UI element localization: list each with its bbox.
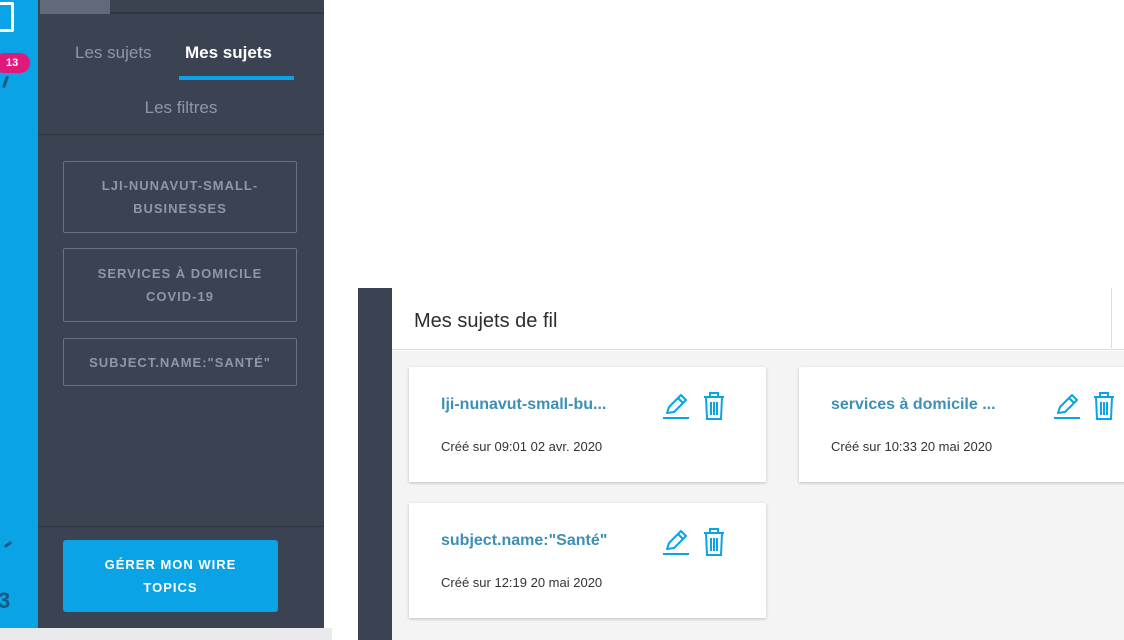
pencil-icon[interactable]: [661, 527, 691, 557]
settings-icon[interactable]: 3: [0, 588, 10, 614]
topic-card-date: Créé sur 12:19 20 mai 2020: [441, 575, 603, 590]
tab-filters[interactable]: Les filtres: [38, 97, 324, 119]
active-tab-indicator: [179, 76, 294, 80]
panel-bottom-divider: [38, 526, 324, 527]
topic-card: lji-nunavut-small-bu... Créé sur 09:01 0…: [409, 367, 766, 482]
panel-footer: [0, 628, 332, 640]
tab-my-subjects[interactable]: Mes sujets: [185, 42, 272, 64]
manage-wire-topics-button[interactable]: GÉRER MON WIRE TOPICS: [63, 540, 278, 612]
page-title: Mes sujets de fil: [414, 310, 558, 332]
trash-icon[interactable]: [702, 527, 726, 557]
trash-icon[interactable]: [702, 391, 726, 421]
trash-icon[interactable]: [1092, 391, 1116, 421]
topic-card-date: Créé sur 09:01 02 avr. 2020: [441, 439, 603, 454]
topic-filter-button[interactable]: LJI-NUNAVUT-SMALL-BUSINESSES: [63, 161, 297, 233]
topic-card-title[interactable]: lji-nunavut-small-bu...: [441, 395, 606, 415]
panel-divider: [38, 134, 324, 135]
pencil-icon[interactable]: [1052, 391, 1082, 421]
topic-card-title[interactable]: subject.name:"Santé": [441, 531, 607, 551]
content-side-strip: [358, 288, 392, 640]
content-header: Mes sujets de fil: [392, 288, 1124, 350]
panel-top-border: [110, 12, 324, 14]
left-rail: 13 3: [0, 0, 38, 640]
link-icon[interactable]: [3, 540, 13, 549]
topic-card-date: Créé sur 10:33 20 mai 2020: [831, 439, 993, 454]
topic-filter-button[interactable]: SERVICES À DOMICILE COVID-19: [63, 248, 297, 322]
topic-filter-button[interactable]: SUBJECT.NAME:"SANTÉ": [63, 338, 297, 386]
topic-card-title[interactable]: services à domicile ...: [831, 395, 996, 415]
tag-icon[interactable]: [2, 75, 9, 89]
tab-all-subjects[interactable]: Les sujets: [75, 42, 152, 64]
topic-card: services à domicile ... Créé sur 10:33 2…: [799, 367, 1124, 482]
header-separator: [1111, 288, 1112, 348]
notification-badge[interactable]: 13: [0, 53, 30, 73]
panel-tab-stub: [40, 0, 110, 14]
pencil-icon[interactable]: [661, 391, 691, 421]
topic-card: subject.name:"Santé" Créé sur 12:19 20 m…: [409, 503, 766, 618]
document-icon[interactable]: [0, 2, 14, 32]
topics-panel: Les sujets Mes sujets Les filtres LJI-NU…: [38, 0, 324, 640]
app-page: 13 3 Les sujets Mes sujets Les filtres L…: [0, 0, 1124, 640]
